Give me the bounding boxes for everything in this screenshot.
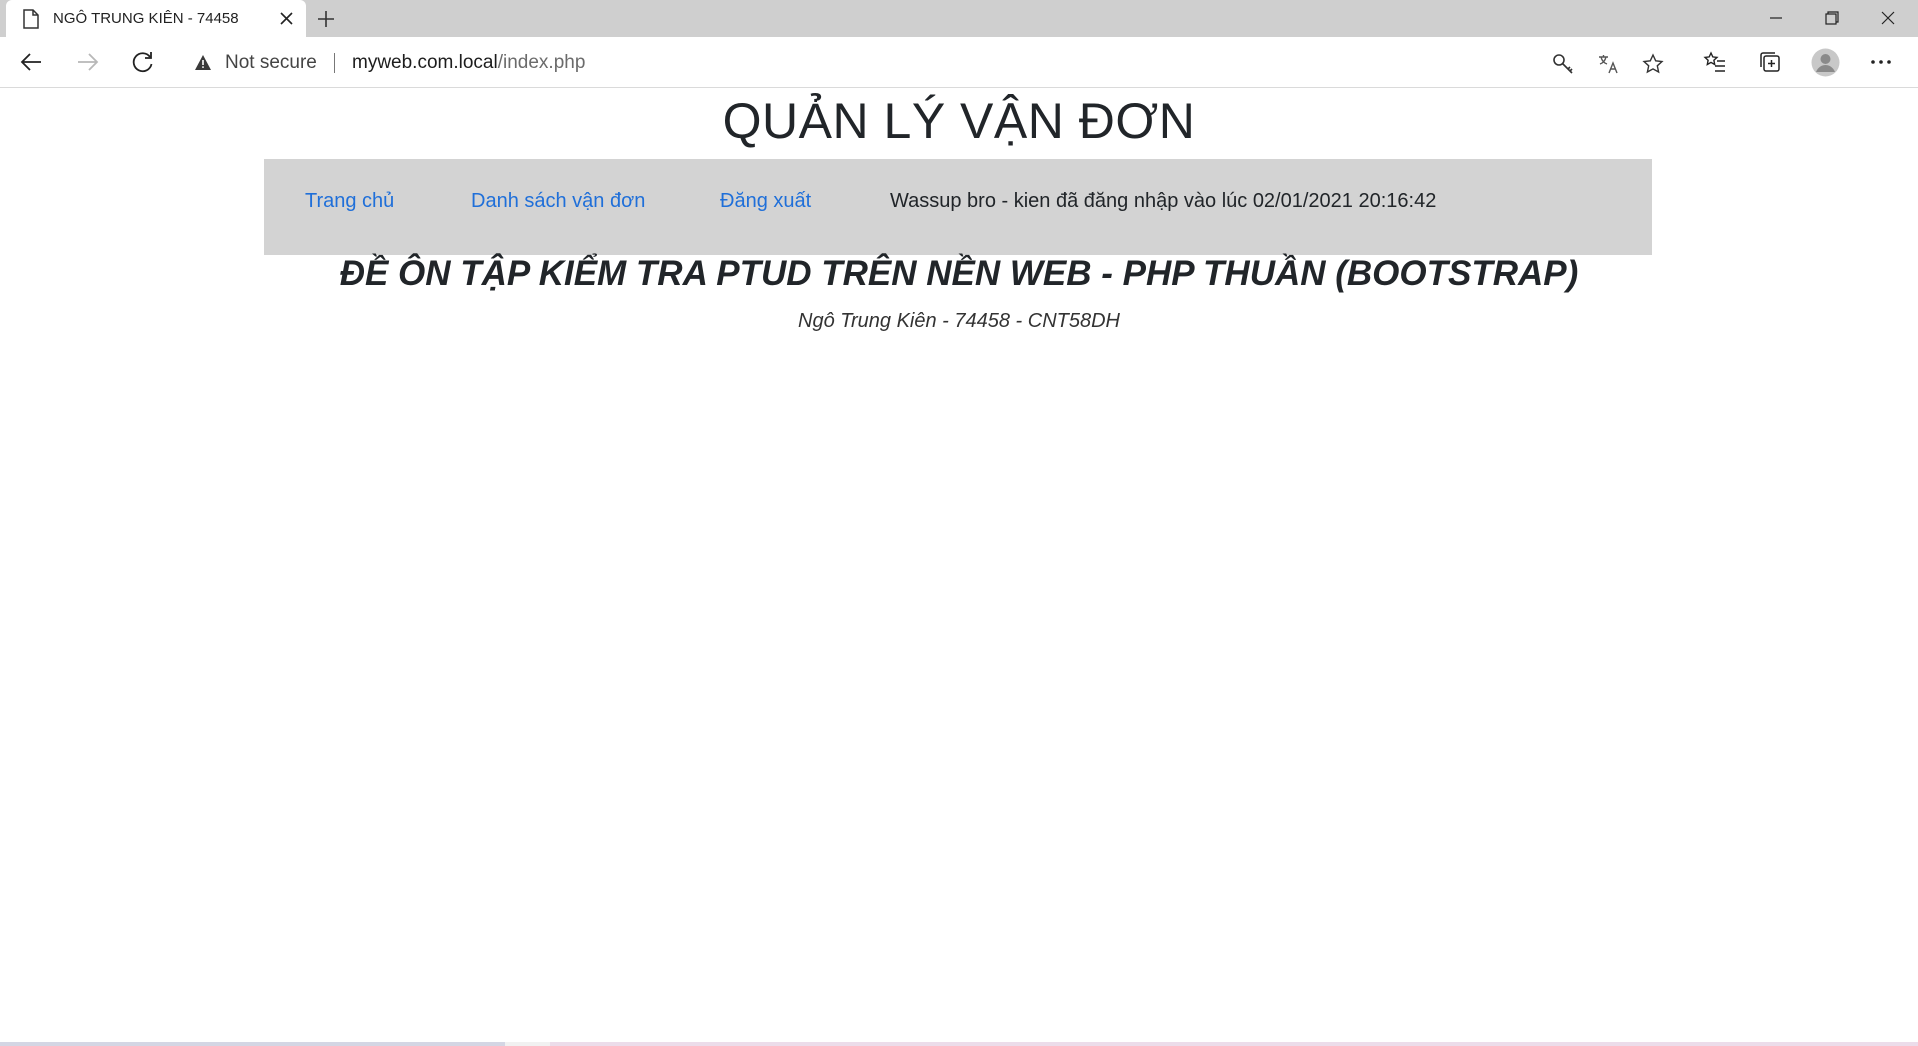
- nav-link-home[interactable]: Trang chủ: [305, 190, 394, 213]
- page-subtitle: ĐỀ ÔN TẬP KIỂM TRA PTUD TRÊN NỀN WEB - P…: [339, 254, 1579, 293]
- browser-tab[interactable]: NGÔ TRUNG KIÊN - 74458: [6, 0, 306, 37]
- minimize-button[interactable]: [1748, 0, 1804, 37]
- login-status-text: Wassup bro - kien đã đăng nhập vào lúc 0…: [890, 190, 1437, 212]
- divider: [334, 53, 335, 73]
- page-title: QUẢN LÝ VẬN ĐƠN: [722, 93, 1196, 149]
- author-line: Ngô Trung Kiên - 74458 - CNT58DH: [798, 310, 1120, 332]
- strip-segment: [0, 1042, 505, 1046]
- tab-bar: NGÔ TRUNG KIÊN - 74458: [0, 0, 1918, 37]
- browser-toolbar: Not secure myweb.com.local/index.php: [0, 37, 1918, 88]
- warning-icon[interactable]: [194, 54, 212, 71]
- url-host: myweb.com.local: [352, 52, 498, 73]
- nav-link-shipment-list[interactable]: Danh sách vận đơn: [471, 190, 645, 213]
- document-icon: [22, 9, 40, 29]
- page-viewport: QUẢN LÝ VẬN ĐƠN Trang chủ Danh sách vận …: [0, 88, 1918, 1046]
- key-icon[interactable]: [1552, 53, 1574, 75]
- navbar: Trang chủ Danh sách vận đơn Đăng xuất Wa…: [264, 159, 1652, 255]
- back-arrow-icon[interactable]: [19, 49, 45, 75]
- window-close-button[interactable]: [1860, 0, 1916, 37]
- close-icon[interactable]: [280, 12, 293, 25]
- star-icon[interactable]: [1642, 53, 1664, 75]
- strip-segment: [505, 1042, 550, 1046]
- url-path: /index.php: [497, 52, 586, 73]
- address-bar[interactable]: Not secure myweb.com.local/index.php: [178, 45, 1676, 80]
- nav-link-logout[interactable]: Đăng xuất: [720, 190, 811, 213]
- forward-arrow-icon[interactable]: [74, 49, 100, 75]
- restore-button[interactable]: [1804, 0, 1860, 37]
- plus-icon[interactable]: [316, 9, 336, 29]
- collections-icon[interactable]: [1758, 50, 1782, 74]
- translate-icon[interactable]: [1597, 53, 1619, 75]
- bottom-strip: [0, 1042, 1918, 1046]
- more-icon[interactable]: [1869, 50, 1893, 74]
- reload-icon[interactable]: [130, 49, 156, 75]
- favorites-icon[interactable]: [1703, 50, 1727, 74]
- tab-title: NGÔ TRUNG KIÊN - 74458: [53, 10, 239, 27]
- url-text[interactable]: myweb.com.local/index.php: [352, 52, 585, 74]
- security-label[interactable]: Not secure: [225, 52, 317, 74]
- avatar[interactable]: [1811, 48, 1840, 77]
